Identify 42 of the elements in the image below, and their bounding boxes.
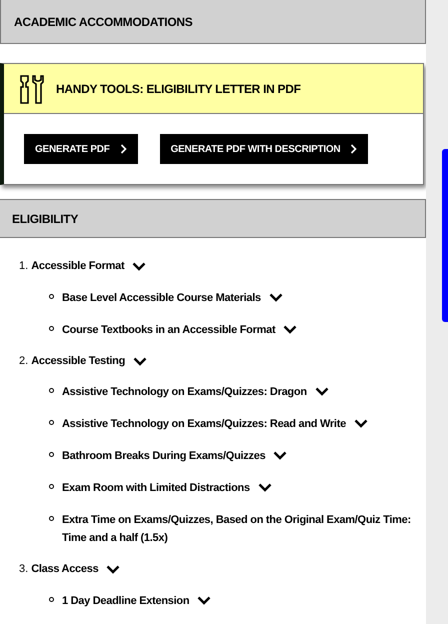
accommodation-label[interactable]: Assistive Technology on Exams/Quizzes: Read and Write (62, 415, 346, 433)
chevron-right-icon (120, 144, 127, 154)
accommodation-label[interactable]: 1 Day Deadline Extension (62, 592, 190, 610)
bullet-icon (49, 388, 54, 393)
chevron-down-icon[interactable] (314, 387, 329, 396)
accommodation-label[interactable]: Extra Time on Exams/Quizzes, Based on the Original Exam/Quiz Time: Time and a half (1.5x) (62, 511, 412, 547)
generate-button[interactable]: GENERATE PDF (24, 134, 138, 164)
chevron-down-icon[interactable] (258, 483, 272, 492)
card-title: HANDY TOOLS: ELIGIBILITY LETTER IN PDF (56, 80, 301, 98)
item-number: 2. (19, 354, 28, 368)
bullet-icon (49, 484, 54, 489)
bullet-icon (49, 294, 54, 298)
chevron-down-icon[interactable] (132, 262, 146, 271)
category-label[interactable]: Accessible Format (31, 258, 124, 274)
bullet-icon (49, 420, 54, 425)
section-title: ACADEMIC ACCOMMODATIONS (14, 14, 192, 30)
chevron-down-icon[interactable] (273, 451, 288, 460)
scrollbar-thumb[interactable] (442, 149, 448, 322)
bullet-icon (49, 596, 54, 602)
chevron-down-icon[interactable] (354, 419, 368, 428)
accommodation-label[interactable]: Assistive Technology on Exams/Quizzes: Dragon (62, 383, 307, 401)
bullet-icon (49, 516, 54, 521)
accommodation-label[interactable]: Exam Room with Limited Distractions (62, 479, 250, 497)
category-label[interactable]: Class Access (31, 561, 98, 578)
chevron-down-icon[interactable] (283, 324, 298, 334)
accommodation-label[interactable]: Base Level Accessible Course Materials (62, 288, 261, 306)
tools-icon (18, 72, 44, 104)
chevron-down-icon[interactable] (197, 596, 212, 604)
bullet-icon (49, 326, 54, 330)
generate-button[interactable]: GENERATE PDF WITH DESCRIPTION (160, 134, 368, 164)
accommodation-label[interactable]: Course Textbooks in an Accessible Format (62, 320, 276, 338)
chevron-down-icon[interactable] (106, 565, 120, 574)
chevron-down-icon[interactable] (133, 356, 148, 366)
section-title: ELIGIBILITY (12, 210, 78, 228)
category-label[interactable]: Accessible Testing (31, 352, 126, 369)
item-number: 3. (19, 562, 28, 577)
bullet-icon (49, 452, 54, 457)
accommodation-label[interactable]: Bathroom Breaks During Exams/Quizzes (62, 447, 266, 465)
chevron-right-icon (350, 144, 358, 154)
scrollbar[interactable] (426, 0, 448, 624)
item-number: 1. (19, 259, 28, 274)
chevron-down-icon[interactable] (268, 292, 283, 302)
